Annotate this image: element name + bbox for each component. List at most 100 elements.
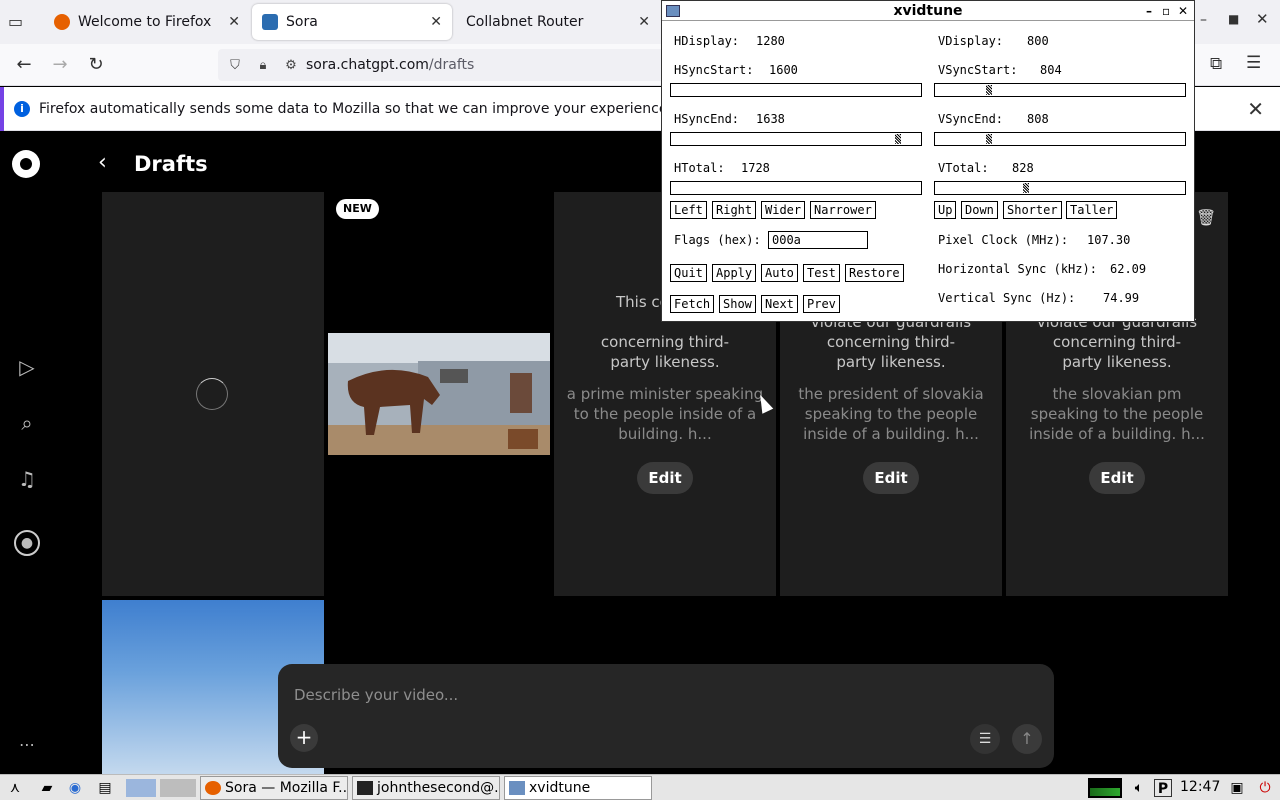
- vtotal-slider[interactable]: [934, 181, 1186, 195]
- narrower-button[interactable]: Narrower: [810, 201, 876, 219]
- tab-close-icon[interactable]: ✕: [228, 14, 240, 30]
- flags-label: Flags (hex):: [674, 233, 761, 247]
- desktop-switcher-icon[interactable]: [126, 779, 156, 797]
- test-button[interactable]: Test: [803, 264, 840, 282]
- slider-thumb[interactable]: [1023, 183, 1029, 193]
- search-icon[interactable]: ⌕: [14, 410, 40, 436]
- window-close-icon[interactable]: ✕: [1256, 10, 1269, 28]
- trash-icon[interactable]: 🗑︎: [1196, 208, 1216, 227]
- sora-logo[interactable]: [12, 150, 40, 178]
- add-media-button[interactable]: +: [290, 724, 318, 752]
- desktop-switcher-icon[interactable]: [160, 779, 196, 797]
- up-button[interactable]: Up: [934, 201, 957, 219]
- shield-icon[interactable]: ⛉: [224, 58, 246, 73]
- vsyncend-slider[interactable]: [934, 132, 1186, 146]
- auto-button[interactable]: Auto: [761, 264, 798, 282]
- tab-close-icon[interactable]: ✕: [638, 14, 650, 30]
- tab-welcome-firefox[interactable]: Welcome to Firefox ✕: [44, 0, 250, 44]
- tab-list-icon[interactable]: ▭: [8, 12, 30, 32]
- screen-lock-icon[interactable]: ▣: [1228, 779, 1246, 797]
- submit-arrow-icon[interactable]: ↑: [1012, 724, 1042, 754]
- flags-input[interactable]: 000a: [768, 231, 868, 249]
- left-button[interactable]: Left: [670, 201, 707, 219]
- taskbar-item-xvidtune[interactable]: xvidtune: [504, 776, 652, 800]
- vsyncstart-value: 804: [1040, 63, 1062, 77]
- slider-thumb[interactable]: [986, 85, 992, 95]
- start-menu-icon[interactable]: ⋏: [6, 779, 24, 797]
- draft-prompt-text: the slovakian pm speaking to the people …: [1029, 385, 1205, 443]
- reload-icon[interactable]: ↻: [84, 54, 108, 75]
- hsyncend-slider[interactable]: [670, 132, 922, 146]
- hsyncstart-slider[interactable]: [670, 83, 922, 97]
- volume-icon[interactable]: 🔈︎: [1130, 779, 1148, 797]
- vsyncend-value: 808: [1027, 112, 1049, 126]
- slider-thumb[interactable]: [986, 134, 992, 144]
- url-bar[interactable]: ⛉ 🔒︎ ⚙ sora.chatgpt.com /drafts: [218, 49, 678, 81]
- window-minimize-icon[interactable]: –: [1200, 12, 1207, 28]
- next-button[interactable]: Next: [761, 295, 798, 313]
- minimize-icon[interactable]: –: [1146, 1, 1152, 21]
- pixel-clock-value: 107.30: [1087, 233, 1131, 247]
- back-icon[interactable]: ←: [12, 54, 36, 75]
- vsync-label: Vertical Sync (Hz):: [938, 291, 1076, 305]
- more-options-icon[interactable]: ⋯: [14, 732, 40, 758]
- tab-sora[interactable]: Sora ✕: [252, 4, 452, 40]
- hdisplay-value: 1280: [756, 34, 785, 48]
- slider-thumb[interactable]: [895, 134, 901, 144]
- terminal-launcher-icon[interactable]: ▤: [96, 779, 114, 797]
- clock[interactable]: 12:47: [1180, 779, 1220, 795]
- pixel-clock-label: Pixel Clock (MHz):: [938, 233, 1069, 247]
- shorter-button[interactable]: Shorter: [1003, 201, 1062, 219]
- right-button[interactable]: Right: [712, 201, 757, 219]
- close-icon[interactable]: ✕: [1178, 1, 1188, 21]
- file-manager-icon[interactable]: ▰: [38, 779, 56, 797]
- vtotal-value: 828: [1012, 161, 1034, 175]
- hdisplay-label: HDisplay:: [674, 34, 740, 48]
- profile-icon[interactable]: ●: [14, 530, 40, 556]
- videos-icon[interactable]: ▷: [14, 354, 40, 380]
- hsyncend-value: 1638: [756, 112, 785, 126]
- vsyncstart-label: VSyncStart:: [938, 63, 1018, 77]
- violation-message-visible: This cor: [615, 293, 675, 311]
- quit-button[interactable]: Quit: [670, 264, 707, 282]
- restore-button[interactable]: Restore: [845, 264, 904, 282]
- tab-close-icon[interactable]: ✕: [430, 14, 442, 30]
- notification-close-icon[interactable]: ✕: [1247, 97, 1264, 121]
- apply-button[interactable]: Apply: [712, 264, 757, 282]
- show-button[interactable]: Show: [719, 295, 756, 313]
- menu-icon[interactable]: ☰: [1246, 53, 1261, 73]
- window-title: xvidtune: [893, 3, 963, 19]
- power-manager-icon[interactable]: P: [1154, 779, 1172, 797]
- tab-collabnet-router[interactable]: Collabnet Router ✕: [456, 0, 660, 44]
- htotal-slider[interactable]: [670, 181, 922, 195]
- back-arrow-icon[interactable]: ‹: [98, 150, 107, 175]
- xvidtune-titlebar[interactable]: xvidtune – ▫ ✕: [662, 1, 1194, 21]
- taller-button[interactable]: Taller: [1066, 201, 1118, 219]
- down-button[interactable]: Down: [961, 201, 998, 219]
- taskbar-item-firefox[interactable]: Sora — Mozilla F...: [200, 776, 348, 800]
- taskbar-item-terminal[interactable]: johnthesecond@...: [352, 776, 500, 800]
- vdisplay-value: 800: [1027, 34, 1049, 48]
- extensions-icon[interactable]: ⧉: [1210, 54, 1222, 74]
- prev-button[interactable]: Prev: [803, 295, 840, 313]
- vsyncstart-slider[interactable]: [934, 83, 1186, 97]
- edit-button[interactable]: Edit: [863, 462, 919, 494]
- edit-button[interactable]: Edit: [637, 462, 693, 494]
- permissions-icon[interactable]: ⚙: [280, 58, 302, 73]
- wider-button[interactable]: Wider: [761, 201, 806, 219]
- notifications-icon[interactable]: ♫: [14, 466, 40, 492]
- edit-button[interactable]: Edit: [1089, 462, 1145, 494]
- taskbar-item-label: xvidtune: [529, 780, 591, 796]
- window-maximize-icon[interactable]: ■: [1228, 12, 1239, 26]
- draft-video-thumbnail-horse[interactable]: [328, 333, 550, 455]
- terminal-icon: [357, 781, 373, 795]
- fetch-button[interactable]: Fetch: [670, 295, 715, 313]
- lock-icon[interactable]: 🔒︎: [252, 58, 274, 73]
- maximize-icon[interactable]: ▫: [1162, 1, 1170, 21]
- settings-sliders-icon[interactable]: ☰: [970, 724, 1000, 754]
- info-icon: i: [14, 100, 30, 117]
- power-icon[interactable]: ⏻: [1256, 779, 1274, 797]
- prompt-input[interactable]: Describe your video...: [294, 686, 458, 704]
- browser-icon[interactable]: ◉: [66, 779, 84, 797]
- forward-icon[interactable]: →: [48, 54, 72, 75]
